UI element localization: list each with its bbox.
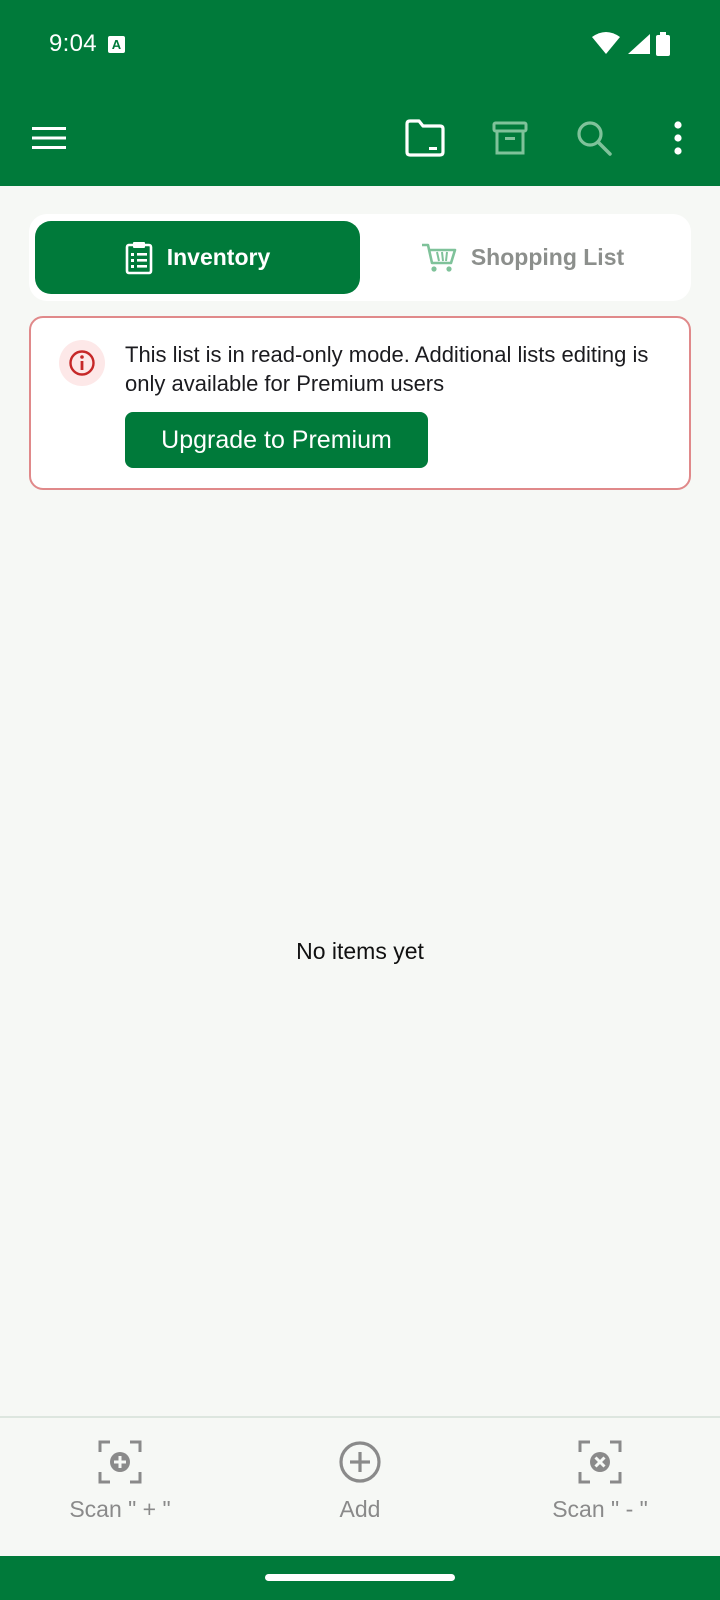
add-label: Add xyxy=(339,1496,381,1522)
info-icon xyxy=(59,340,105,386)
add-button[interactable]: Add xyxy=(270,1440,450,1523)
tab-inventory-label: Inventory xyxy=(166,244,271,270)
status-time: 9:04 xyxy=(49,30,97,57)
battery-icon xyxy=(656,32,670,56)
status-icons xyxy=(592,32,670,56)
app-bar xyxy=(0,90,720,186)
read-only-banner: This list is in read-only mode. Addition… xyxy=(29,316,691,490)
more-vert-icon[interactable] xyxy=(654,114,702,162)
menu-icon[interactable] xyxy=(25,114,73,162)
tab-shopping-list-label: Shopping List xyxy=(470,244,625,270)
tab-inventory[interactable]: Inventory xyxy=(35,221,360,294)
folder-icon[interactable] xyxy=(401,114,449,162)
system-nav-bar xyxy=(0,1556,720,1600)
scan-plus-button[interactable]: Scan " + " xyxy=(30,1440,210,1523)
scan-plus-label: Scan " + " xyxy=(69,1496,171,1522)
scan-minus-icon xyxy=(578,1440,622,1484)
archive-icon[interactable] xyxy=(486,114,534,162)
scan-plus-icon xyxy=(98,1440,142,1484)
cart-icon xyxy=(421,243,457,272)
bottom-action-bar: Scan " + " Add Scan " - " xyxy=(0,1416,720,1556)
banner-message: This list is in read-only mode. Addition… xyxy=(125,342,649,396)
search-icon[interactable] xyxy=(570,114,618,162)
scan-minus-label: Scan " - " xyxy=(552,1496,648,1522)
list-type-tabs: Inventory Shopping List xyxy=(29,214,691,301)
home-gesture-handle[interactable] xyxy=(265,1574,455,1581)
upgrade-premium-button[interactable]: Upgrade to Premium xyxy=(125,412,428,468)
scan-minus-button[interactable]: Scan " - " xyxy=(510,1440,690,1523)
status-bar: 9:04 A xyxy=(0,0,720,90)
clipboard-list-icon xyxy=(125,241,153,274)
wifi-icon xyxy=(592,32,620,54)
add-circle-icon xyxy=(339,1441,381,1483)
empty-state-text: No items yet xyxy=(296,938,424,964)
tab-shopping-list[interactable]: Shopping List xyxy=(360,221,685,294)
notification-a-icon: A xyxy=(108,36,125,53)
signal-icon xyxy=(628,34,650,54)
